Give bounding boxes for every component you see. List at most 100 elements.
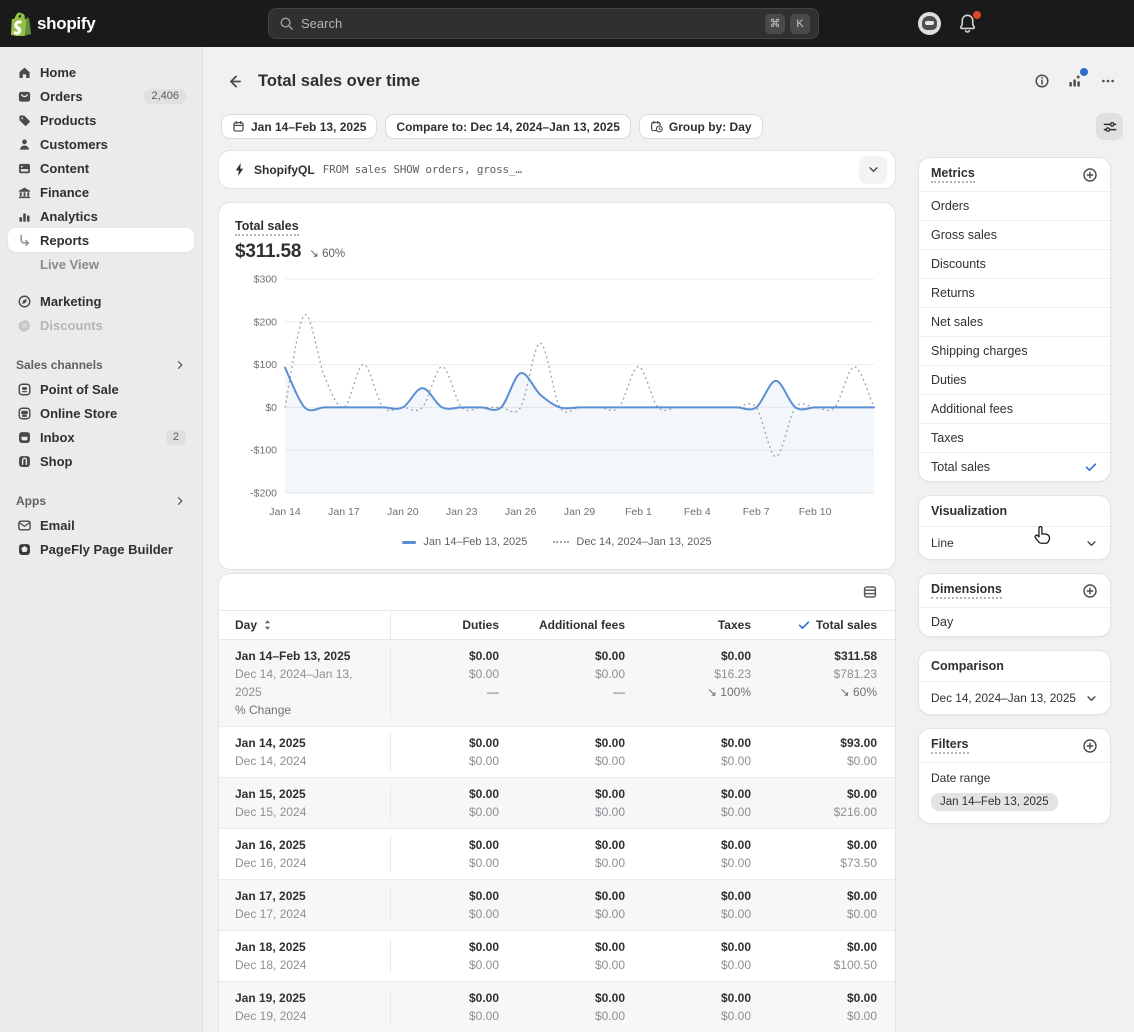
sidebar-item-label: Products [40, 113, 96, 128]
back-button[interactable] [222, 69, 246, 93]
filter-date-range-pill[interactable]: Jan 14–Feb 13, 2025 [931, 793, 1058, 811]
sidebar-item-products[interactable]: Products [8, 108, 194, 132]
sidebar-item-customers[interactable]: Customers [8, 132, 194, 156]
comparison-select[interactable]: Dec 14, 2024–Jan 13, 2025 [919, 681, 1110, 714]
shopify-logo[interactable]: shopify [10, 0, 95, 47]
svg-text:Jan 23: Jan 23 [446, 506, 478, 518]
table-row[interactable]: Jan 19, 2025Dec 19, 2024$0.00$0.00$0.00$… [219, 982, 895, 1032]
group-by-chip-label: Group by: Day [669, 120, 752, 134]
metric-item-duties[interactable]: Duties [919, 365, 1110, 394]
sidebar-item-label: Analytics [40, 209, 98, 224]
email-icon [16, 517, 32, 533]
table-row[interactable]: Jan 18, 2025Dec 18, 2024$0.00$0.00$0.00$… [219, 931, 895, 982]
metrics-card: Metrics OrdersGross salesDiscountsReturn… [918, 157, 1111, 482]
visualization-select[interactable]: Line [919, 526, 1110, 559]
table-row[interactable]: Jan 16, 2025Dec 16, 2024$0.00$0.00$0.00$… [219, 829, 895, 880]
sidebar-item-email[interactable]: Email [8, 513, 194, 537]
comparison-title: Comparison [931, 659, 1004, 673]
visualization-card: Visualization Line [918, 495, 1111, 560]
metric-item-additional-fees[interactable]: Additional fees [919, 394, 1110, 423]
svg-text:$300: $300 [254, 274, 278, 286]
chevron-right-icon [174, 359, 186, 371]
sidebar-item-shop[interactable]: Shop [8, 449, 194, 473]
group-by-chip[interactable]: Group by: Day [640, 115, 762, 138]
sidebar-item-marketing[interactable]: Marketing [8, 289, 194, 313]
taxes-header-label: Taxes [718, 618, 751, 632]
table-row[interactable]: Jan 17, 2025Dec 17, 2024$0.00$0.00$0.00$… [219, 880, 895, 931]
metric-label: Net sales [931, 315, 983, 329]
add-metric-button[interactable] [1082, 167, 1098, 183]
table-summary-row: Jan 14–Feb 13, 2025Dec 14, 2024–Jan 13, … [219, 640, 895, 727]
column-header-total-sales[interactable]: Total sales [769, 611, 895, 639]
store-icon [16, 405, 32, 421]
table-row[interactable]: Jan 14, 2025Dec 14, 2024$0.00$0.00$0.00$… [219, 727, 895, 778]
info-button[interactable] [1028, 67, 1056, 95]
sidebar-item-label: Email [40, 518, 75, 533]
svg-text:-$100: -$100 [250, 445, 277, 457]
sidebar-section-apps[interactable]: Apps [8, 489, 194, 513]
global-search[interactable]: ⌘ K [268, 8, 819, 39]
table-row[interactable]: Jan 15, 2025Dec 15, 2024$0.00$0.00$0.00$… [219, 778, 895, 829]
metric-label: Returns [931, 286, 975, 300]
sidebar-item-point-of-sale[interactable]: Point of Sale [8, 377, 194, 401]
metric-item-total-sales[interactable]: Total sales [919, 452, 1110, 481]
add-filter-button[interactable] [1082, 738, 1098, 754]
visualization-title: Visualization [931, 504, 1007, 518]
chart-metric-change: ↘ 60% [309, 246, 345, 260]
main-content: Total sales over time Jan 14–Feb 13, 202… [203, 47, 1134, 1032]
info-icon [1034, 73, 1050, 89]
svg-text:Feb 10: Feb 10 [799, 506, 832, 518]
chart-card: Total sales $311.58 ↘ 60% $300$200$100$0… [218, 202, 896, 570]
orders-icon [16, 88, 32, 104]
chart-metric-label[interactable]: Total sales [235, 219, 299, 236]
search-input[interactable] [301, 16, 760, 31]
metric-item-gross-sales[interactable]: Gross sales [919, 220, 1110, 249]
user-avatar[interactable] [918, 12, 941, 35]
insights-notification-dot [1080, 68, 1088, 76]
metric-item-taxes[interactable]: Taxes [919, 423, 1110, 452]
column-header-duties[interactable]: Duties [391, 611, 517, 639]
column-header-taxes[interactable]: Taxes [643, 611, 769, 639]
dimension-item-day[interactable]: Day [919, 607, 1110, 636]
table-view-button[interactable] [857, 579, 883, 605]
sidebar-item-reports[interactable]: Reports [8, 228, 194, 252]
data-table-card: Day Duties Additional fees Taxes Total s… [218, 573, 896, 1032]
sidebar-item-online-store[interactable]: Online Store [8, 401, 194, 425]
insights-button[interactable] [1061, 67, 1089, 95]
sidebar-item-finance[interactable]: Finance [8, 180, 194, 204]
metric-item-net-sales[interactable]: Net sales [919, 307, 1110, 336]
shopifyql-bar[interactable]: ShopifyQL FROM sales SHOW orders, gross_… [218, 150, 896, 189]
shopifyql-expand-button[interactable] [859, 156, 887, 184]
sidebar-section-sales-channels[interactable]: Sales channels [8, 353, 194, 377]
metric-item-orders[interactable]: Orders [919, 191, 1110, 220]
sidebar-item-analytics[interactable]: Analytics [8, 204, 194, 228]
column-header-day[interactable]: Day [219, 611, 391, 639]
add-dimension-button[interactable] [1082, 583, 1098, 599]
metric-item-returns[interactable]: Returns [919, 278, 1110, 307]
notifications-button[interactable] [958, 13, 978, 35]
day-cell: Jan 18, 2025Dec 18, 2024 [219, 938, 391, 974]
svg-text:Jan 29: Jan 29 [564, 506, 596, 518]
metric-item-shipping-charges[interactable]: Shipping charges [919, 336, 1110, 365]
sidebar-item-live-view[interactable]: Live View [8, 252, 194, 276]
column-header-additional-fees[interactable]: Additional fees [517, 611, 643, 639]
svg-text:Feb 7: Feb 7 [743, 506, 770, 518]
metric-item-discounts[interactable]: Discounts [919, 249, 1110, 278]
sidebar-item-content[interactable]: Content [8, 156, 194, 180]
compare-to-chip[interactable]: Compare to: Dec 14, 2024–Jan 13, 2025 [386, 115, 629, 138]
sidebar-item-home[interactable]: Home [8, 60, 194, 84]
svg-text:Jan 17: Jan 17 [328, 506, 360, 518]
duties-cell: $0.00$0.00 [391, 785, 517, 821]
sidebar-item-inbox[interactable]: Inbox2 [8, 425, 194, 449]
sidebar-item-pagefly[interactable]: PageFly Page Builder [8, 537, 194, 561]
dotted-line-swatch [553, 541, 569, 543]
sidebar-item-orders[interactable]: Orders2,406 [8, 84, 194, 108]
table-body: Jan 14–Feb 13, 2025Dec 14, 2024–Jan 13, … [219, 640, 895, 1032]
dimensions-card: Dimensions Day [918, 573, 1111, 637]
date-range-chip[interactable]: Jan 14–Feb 13, 2025 [222, 115, 376, 138]
ellipsis-icon [1100, 73, 1116, 89]
customize-panel-button[interactable] [1096, 113, 1123, 140]
legend-current-label: Jan 14–Feb 13, 2025 [423, 536, 527, 548]
more-actions-button[interactable] [1094, 67, 1122, 95]
sidebar-item-label: Content [40, 161, 89, 176]
